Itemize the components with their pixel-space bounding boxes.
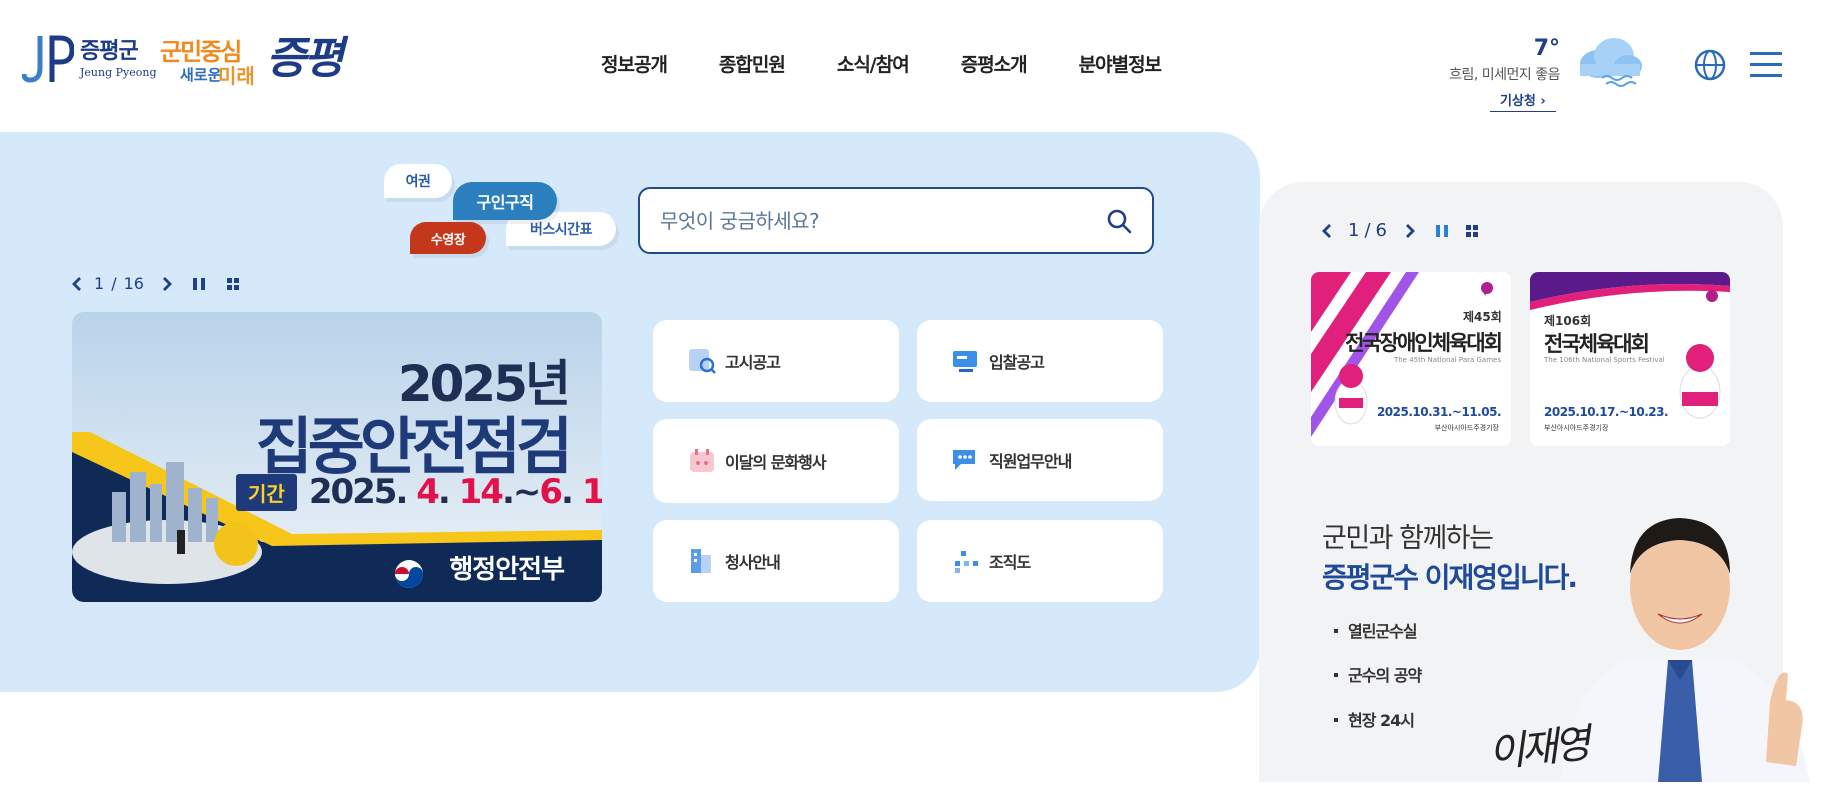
weather-description: 흐림, 미세먼지 좋음	[1449, 67, 1560, 83]
county-logo[interactable]: 증평군 Jeung Pyeong	[22, 32, 157, 86]
banner-organization: 행정안전부	[449, 555, 565, 585]
period-end-day: 13	[581, 472, 602, 512]
quick-tag-passport[interactable]: 여권	[384, 164, 452, 198]
event-place: 부산아시아드주경기장	[1434, 424, 1499, 432]
weather-temperature: 7°	[1533, 36, 1560, 61]
event-title: 전국장애인체육대회	[1345, 331, 1503, 355]
quick-menu-label: 이달의 문화행사	[725, 453, 827, 472]
event-place: 부산아시아드주경기장	[1544, 424, 1609, 432]
quick-tag-swimming-pool[interactable]: 수영장	[410, 222, 486, 254]
mayor-link-field-24[interactable]: 현장 24시	[1334, 707, 1415, 731]
quick-menu-label: 조직도	[989, 553, 1031, 572]
side-slider-next-icon[interactable]	[1403, 223, 1417, 239]
event-round: 제106회	[1544, 314, 1592, 328]
quick-tag-jobs[interactable]: 구인구직	[453, 182, 557, 220]
banner-period-label: 기간	[236, 473, 297, 511]
mayor-signature: 이재영	[1486, 720, 1589, 777]
side-slider-controls: 1 / 6	[1320, 220, 1479, 241]
main-slider-controls: 1 / 16	[70, 274, 240, 293]
quick-menu-label: 고시공고	[725, 353, 781, 372]
banner-period: 기간 2025. 4. 14.~6. 13.	[236, 472, 602, 512]
chat-bubble-icon	[953, 450, 975, 470]
main-navigation: 정보공개 종합민원 소식/참여 증평소개 분야별정보	[601, 50, 1213, 77]
kma-link[interactable]: 기상청 ›	[1490, 90, 1556, 112]
nav-news[interactable]: 소식/참여	[837, 50, 910, 77]
side-slider-separator: /	[1364, 220, 1371, 241]
banner-period-dates: 2025. 4. 14.~6. 13.	[309, 472, 602, 512]
side-slider-total: 6	[1375, 220, 1387, 241]
main-slider-next-icon[interactable]	[160, 276, 174, 292]
quick-menu-label: 직원업무안내	[989, 452, 1072, 471]
hamburger-menu-icon[interactable]	[1750, 50, 1782, 80]
quick-menu-staff-duties[interactable]: 직원업무안내	[917, 419, 1163, 501]
search-input[interactable]	[660, 208, 1106, 233]
jp-logo-mark	[22, 35, 74, 83]
event-subtitle: The 45th National Para Games	[1393, 356, 1501, 364]
nav-about[interactable]: 증평소개	[961, 50, 1028, 77]
event-subtitle: The 106th National Sports Festival	[1544, 356, 1665, 364]
event-date: 2025.10.17.~10.23.	[1544, 405, 1669, 419]
mayor-greeting: 군민과 함께하는	[1322, 523, 1494, 554]
period-mid: .~	[501, 472, 541, 512]
side-slider-current: 1	[1348, 220, 1360, 241]
period-start-day: 14	[458, 472, 504, 512]
safety-inspection-banner[interactable]: 2025년 집중안전점검 기간 2025. 4. 14.~6. 13. 행정안전…	[72, 312, 602, 602]
quick-menu-culture-events[interactable]: 이달의 문화행사	[653, 419, 899, 503]
period-dot-1: .	[437, 472, 451, 512]
calendar-icon	[690, 449, 714, 472]
quick-menu-label: 청사안내	[725, 553, 781, 572]
slogan-brand: 증평	[266, 33, 344, 84]
search-icon[interactable]	[1106, 208, 1132, 234]
event-card-para-games[interactable]: 제45회 전국장애인체육대회 The 45th National Para Ga…	[1311, 272, 1511, 446]
org-chart-icon	[955, 551, 978, 573]
quick-menu-notices[interactable]: 고시공고	[653, 320, 899, 402]
nav-civil-service[interactable]: 종합민원	[719, 50, 786, 77]
quick-menu-building-guide[interactable]: 청사안내	[653, 520, 899, 602]
building-icon	[691, 549, 711, 573]
side-slider-grid-icon[interactable]	[1465, 224, 1479, 238]
period-year: 2025.	[308, 472, 409, 512]
mayor-link-office[interactable]: 열린군수실	[1334, 618, 1418, 642]
nav-info-disclosure[interactable]: 정보공개	[601, 50, 668, 77]
quick-menu-label: 입찰공고	[989, 353, 1045, 372]
slogan-line2: 새로운	[180, 66, 222, 84]
county-name: 증평군	[80, 38, 139, 64]
event-title: 전국체육대회	[1544, 332, 1650, 356]
main-slider-total: 16	[123, 274, 144, 293]
side-slider-prev-icon[interactable]	[1320, 223, 1334, 239]
main-slider-prev-icon[interactable]	[70, 276, 84, 292]
page: 증평군 Jeung Pyeong 군민중심 새로운 미래 증평 정보공개 종합민…	[0, 0, 1843, 793]
globe-icon[interactable]	[1693, 48, 1727, 82]
slogan-line3: 미래	[218, 64, 255, 88]
mayor-link-pledges[interactable]: 군수의 공약	[1334, 662, 1422, 686]
period-start-month: 4	[416, 472, 440, 512]
main-slider-grid-icon[interactable]	[226, 277, 240, 291]
slogan-logo: 군민중심 새로운 미래 증평	[160, 20, 350, 92]
period-dot-2: .	[561, 472, 574, 512]
main-slider-pause-icon[interactable]	[192, 277, 206, 291]
period-end-month: 6	[539, 472, 563, 512]
event-round: 제45회	[1463, 310, 1502, 324]
quick-menu-organization-chart[interactable]: 조직도	[917, 520, 1163, 602]
main-slider-current: 1	[94, 274, 105, 293]
main-slider-separator: /	[111, 274, 117, 293]
weather-widget: 7° 흐림, 미세먼지 좋음	[1440, 38, 1560, 84]
search-bar	[638, 187, 1154, 254]
event-card-sports-festival[interactable]: 제106회 전국체육대회 The 106th National Sports F…	[1530, 272, 1730, 446]
cloud-icon	[1580, 38, 1642, 87]
side-slider-pause-icon[interactable]	[1435, 224, 1449, 238]
bid-monitor-icon	[953, 351, 977, 372]
event-date: 2025.10.31.~11.05.	[1376, 405, 1502, 419]
notice-search-icon	[689, 349, 716, 374]
county-name-english: Jeung Pyeong	[80, 65, 157, 79]
nav-field-info[interactable]: 분야별정보	[1079, 50, 1162, 77]
quick-menu-bids[interactable]: 입찰공고	[917, 320, 1163, 402]
